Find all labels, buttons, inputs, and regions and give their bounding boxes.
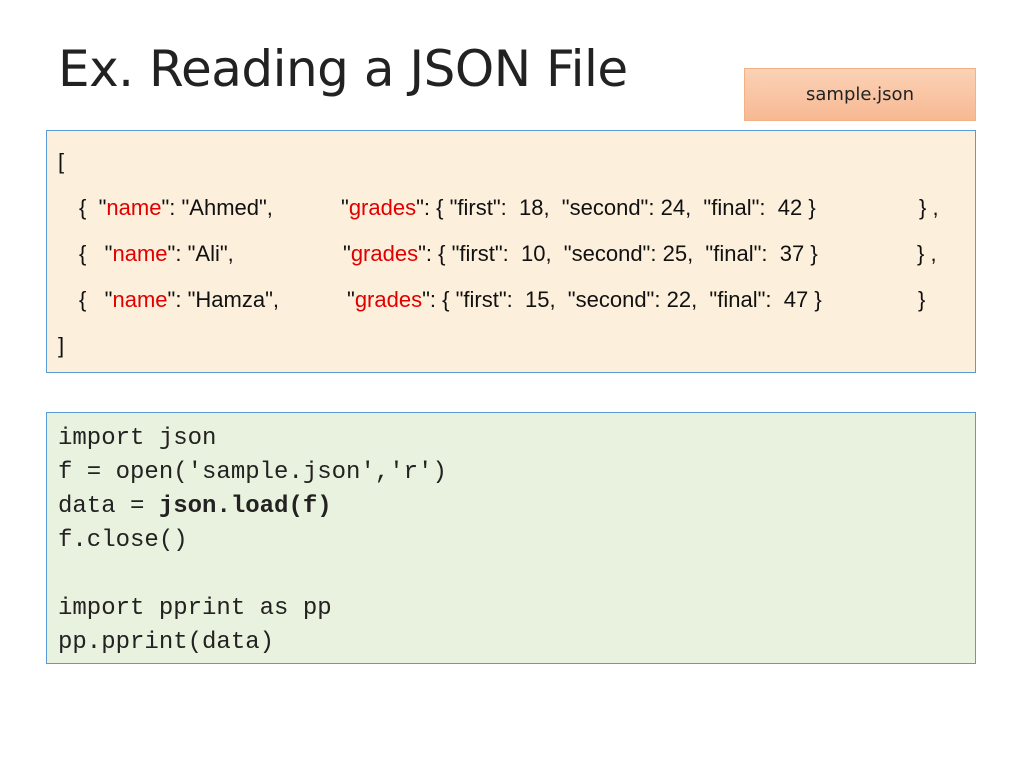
json-first-value: 10 <box>520 241 546 266</box>
json-key: grades <box>350 241 419 266</box>
json-final-value: 47 <box>783 287 809 312</box>
json-name-value: Ali <box>195 241 220 266</box>
json-final-value: 37 <box>779 241 805 266</box>
json-name-value: Hamza <box>195 287 266 312</box>
json-separator: , <box>932 195 939 220</box>
json-close-bracket: ] <box>58 333 65 358</box>
json-second-value: 25 <box>662 241 688 266</box>
json-key: grades <box>348 195 417 220</box>
code-line: data = json.load(f) <box>58 490 975 524</box>
json-name-value: Ahmed <box>189 195 259 220</box>
json-key: name <box>112 287 168 312</box>
json-second-value: 22 <box>666 287 692 312</box>
code-line: f = open('sample.json','r') <box>58 459 447 486</box>
json-record-1-grades: "grades": { "first": 18, "second": 24, "… <box>341 195 816 220</box>
json-record-2-name: { "name": "Ali", <box>79 241 234 266</box>
json-key: grades <box>354 287 423 312</box>
code-line: f.close() <box>58 527 188 554</box>
json-first-value: 18 <box>518 195 544 220</box>
code-line: import pprint as pp <box>58 595 332 622</box>
json-separator: , <box>930 241 937 266</box>
code-json-load-call: json.load(f) <box>158 493 332 520</box>
json-final-value: 42 <box>777 195 803 220</box>
file-name-label: sample.json <box>806 84 914 105</box>
code-assign: data = <box>58 493 159 520</box>
json-record-3-grades: "grades": { "first": 15, "second": 22, "… <box>347 287 822 312</box>
json-record-3-name: { "name": "Hamza", <box>79 287 279 312</box>
json-open-bracket: [ <box>58 149 65 174</box>
json-key: name <box>112 241 168 266</box>
code-line: pp.pprint(data) <box>58 629 275 656</box>
json-second-value: 24 <box>660 195 686 220</box>
json-key: name <box>106 195 162 220</box>
slide-title: Ex. Reading a JSON File <box>58 40 628 98</box>
json-record-3-close: } <box>918 287 926 312</box>
json-record-1-close: } , <box>919 195 939 220</box>
json-record-2-close: } , <box>917 241 937 266</box>
file-name-badge: sample.json <box>744 68 976 121</box>
code-line: import json <box>58 425 217 452</box>
json-sample-box: [ { "name": "Ahmed", "grades": { "first"… <box>46 130 976 373</box>
json-first-value: 15 <box>524 287 550 312</box>
json-record-2-grades: "grades": { "first": 10, "second": 25, "… <box>343 241 818 266</box>
python-code-box: import json f = open('sample.json','r') … <box>46 412 976 664</box>
json-record-1-name: { "name": "Ahmed", <box>79 195 273 220</box>
